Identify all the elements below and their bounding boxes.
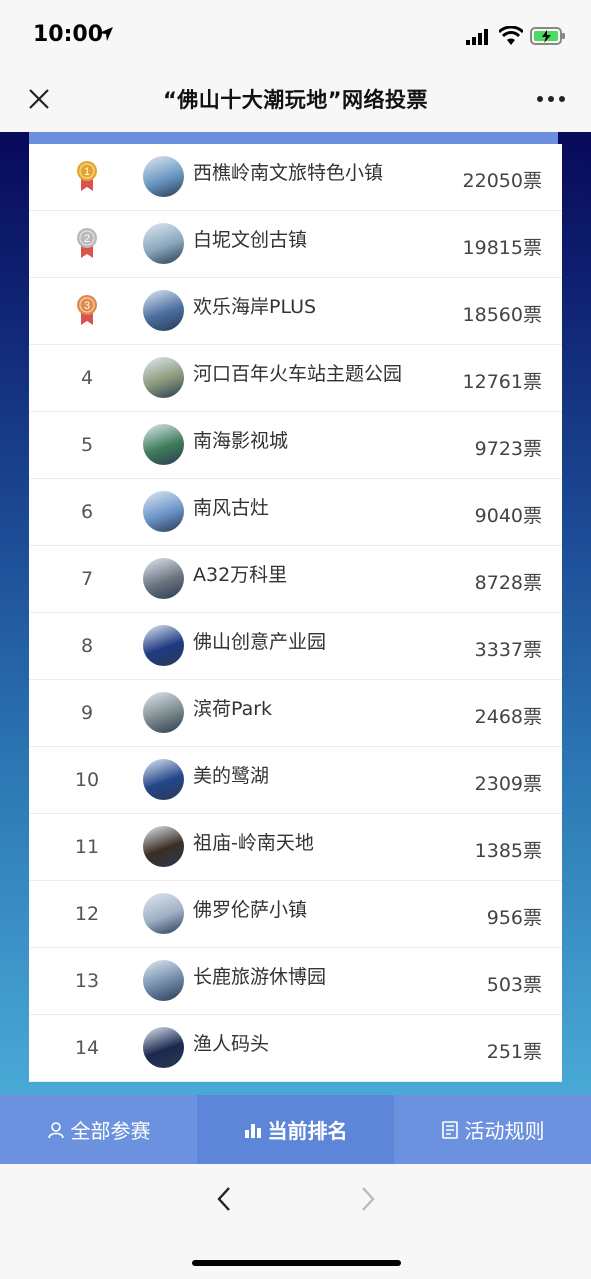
svg-text:1: 1 bbox=[84, 166, 90, 178]
venue-thumbnail bbox=[143, 558, 184, 599]
venue-name: 西樵岭南文旅特色小镇 bbox=[193, 162, 384, 184]
ranking-row[interactable]: 8 佛山创意产业园 3337票 bbox=[29, 613, 562, 680]
cellular-signal-icon bbox=[466, 29, 488, 45]
ranking-page: 1 西樵岭南文旅特色小镇 22050票 2 白坭文创古镇 19815票 3 欢乐海岸PLUS 1… bbox=[0, 132, 591, 1095]
ranking-icon bbox=[244, 1123, 261, 1138]
venue-name: 南海影视城 bbox=[193, 430, 289, 452]
venue-name: 长鹿旅游休博园 bbox=[193, 966, 327, 988]
forward-icon[interactable] bbox=[356, 1184, 380, 1214]
bronze-medal-icon: 3 bbox=[77, 295, 97, 325]
vote-count: 9040票 bbox=[474, 505, 542, 527]
venue-name: 渔人码头 bbox=[193, 1033, 270, 1055]
vote-count: 22050票 bbox=[462, 170, 542, 192]
vote-count: 2468票 bbox=[474, 706, 542, 728]
rank-number: 12 bbox=[74, 903, 100, 925]
rank-number: 6 bbox=[80, 501, 94, 523]
rank-number: 14 bbox=[74, 1037, 100, 1059]
nav-bar: “佛山十大潮玩地”网络投票 bbox=[0, 70, 591, 132]
venue-name: A32万科里 bbox=[193, 564, 288, 586]
venue-thumbnail bbox=[143, 424, 184, 465]
tab-current-ranking[interactable]: 当前排名 bbox=[197, 1095, 394, 1164]
rank-number: 11 bbox=[74, 836, 100, 858]
page-title: “佛山十大潮玩地”网络投票 bbox=[162, 88, 429, 112]
ranking-row[interactable]: 6 南风古灶 9040票 bbox=[29, 479, 562, 546]
vote-count: 3337票 bbox=[474, 639, 542, 661]
vote-count: 251票 bbox=[486, 1041, 542, 1063]
venue-name: 祖庙-岭南天地 bbox=[193, 832, 314, 854]
wifi-icon bbox=[499, 26, 523, 45]
venue-name: 滨荷Park bbox=[193, 698, 273, 720]
ranking-row[interactable]: 12 佛罗伦萨小镇 956票 bbox=[29, 881, 562, 948]
venue-name: 欢乐海岸PLUS bbox=[193, 296, 317, 318]
silver-medal-icon: 2 bbox=[77, 228, 97, 258]
ranking-row[interactable]: 1 西樵岭南文旅特色小镇 22050票 bbox=[29, 144, 562, 211]
tab-all-entries-label: 全部参赛 bbox=[70, 1119, 151, 1143]
venue-thumbnail bbox=[143, 692, 184, 733]
document-icon bbox=[441, 1120, 458, 1139]
person-icon bbox=[47, 1121, 64, 1138]
rank-number: 4 bbox=[80, 367, 94, 389]
status-time: 10:00 bbox=[33, 22, 104, 47]
battery-charging-icon bbox=[530, 27, 565, 45]
venue-name: 白坭文创古镇 bbox=[193, 229, 308, 251]
rank-number: 7 bbox=[80, 568, 94, 590]
vote-count: 503票 bbox=[486, 974, 542, 996]
location-arrow-icon bbox=[99, 27, 113, 41]
vote-count: 2309票 bbox=[474, 773, 542, 795]
venue-thumbnail bbox=[143, 625, 184, 666]
ranking-row[interactable]: 11 祖庙-岭南天地 1385票 bbox=[29, 814, 562, 881]
ranking-list: 1 西樵岭南文旅特色小镇 22050票 2 白坭文创古镇 19815票 3 欢乐海岸PLUS 1… bbox=[29, 144, 562, 1082]
venue-thumbnail bbox=[143, 893, 184, 934]
venue-thumbnail bbox=[143, 1027, 184, 1068]
venue-thumbnail bbox=[143, 290, 184, 331]
vote-count: 8728票 bbox=[474, 572, 542, 594]
rank-number: 8 bbox=[80, 635, 94, 657]
rank-number: 5 bbox=[80, 434, 94, 456]
card-header-bar bbox=[29, 132, 558, 144]
rank-number: 13 bbox=[74, 970, 100, 992]
back-icon[interactable] bbox=[212, 1184, 236, 1214]
ranking-row[interactable]: 9 滨荷Park 2468票 bbox=[29, 680, 562, 747]
home-indicator bbox=[192, 1260, 401, 1266]
vote-count: 1385票 bbox=[474, 840, 542, 862]
venue-thumbnail bbox=[143, 156, 184, 197]
ranking-row[interactable]: 2 白坭文创古镇 19815票 bbox=[29, 211, 562, 278]
vote-count: 18560票 bbox=[462, 304, 542, 326]
tab-current-ranking-label: 当前排名 bbox=[267, 1119, 348, 1143]
venue-thumbnail bbox=[143, 759, 184, 800]
venue-name: 佛罗伦萨小镇 bbox=[193, 899, 308, 921]
rank-number: 10 bbox=[74, 769, 100, 791]
venue-name: 河口百年火车站主题公园 bbox=[193, 363, 403, 385]
venue-name: 美的鹭湖 bbox=[193, 765, 270, 787]
ranking-row[interactable]: 7 A32万科里 8728票 bbox=[29, 546, 562, 613]
svg-text:2: 2 bbox=[84, 233, 90, 245]
ranking-row[interactable]: 4 河口百年火车站主题公园 12761票 bbox=[29, 345, 562, 412]
browser-toolbar bbox=[0, 1164, 591, 1279]
svg-text:3: 3 bbox=[84, 300, 90, 312]
gold-medal-icon: 1 bbox=[77, 161, 97, 191]
tab-rules[interactable]: 活动规则 bbox=[394, 1095, 591, 1164]
venue-name: 佛山创意产业园 bbox=[193, 631, 327, 653]
more-icon[interactable] bbox=[536, 94, 566, 104]
tab-rules-label: 活动规则 bbox=[464, 1119, 545, 1143]
ranking-row[interactable]: 14 渔人码头 251票 bbox=[29, 1015, 562, 1082]
venue-name: 南风古灶 bbox=[193, 497, 270, 519]
venue-thumbnail bbox=[143, 223, 184, 264]
tab-all-entries[interactable]: 全部参赛 bbox=[0, 1095, 197, 1164]
status-bar: 10:00 bbox=[0, 0, 591, 70]
ranking-row[interactable]: 13 长鹿旅游休博园 503票 bbox=[29, 948, 562, 1015]
venue-thumbnail bbox=[143, 491, 184, 532]
vote-count: 12761票 bbox=[462, 371, 542, 393]
rank-number: 9 bbox=[80, 702, 94, 724]
venue-thumbnail bbox=[143, 960, 184, 1001]
ranking-row[interactable]: 10 美的鹭湖 2309票 bbox=[29, 747, 562, 814]
tab-bar: 全部参赛 当前排名 活动规则 bbox=[0, 1095, 591, 1164]
ranking-row[interactable]: 5 南海影视城 9723票 bbox=[29, 412, 562, 479]
ranking-row[interactable]: 3 欢乐海岸PLUS 18560票 bbox=[29, 278, 562, 345]
venue-thumbnail bbox=[143, 357, 184, 398]
vote-count: 19815票 bbox=[462, 237, 542, 259]
vote-count: 956票 bbox=[486, 907, 542, 929]
vote-count: 9723票 bbox=[474, 438, 542, 460]
venue-thumbnail bbox=[143, 826, 184, 867]
